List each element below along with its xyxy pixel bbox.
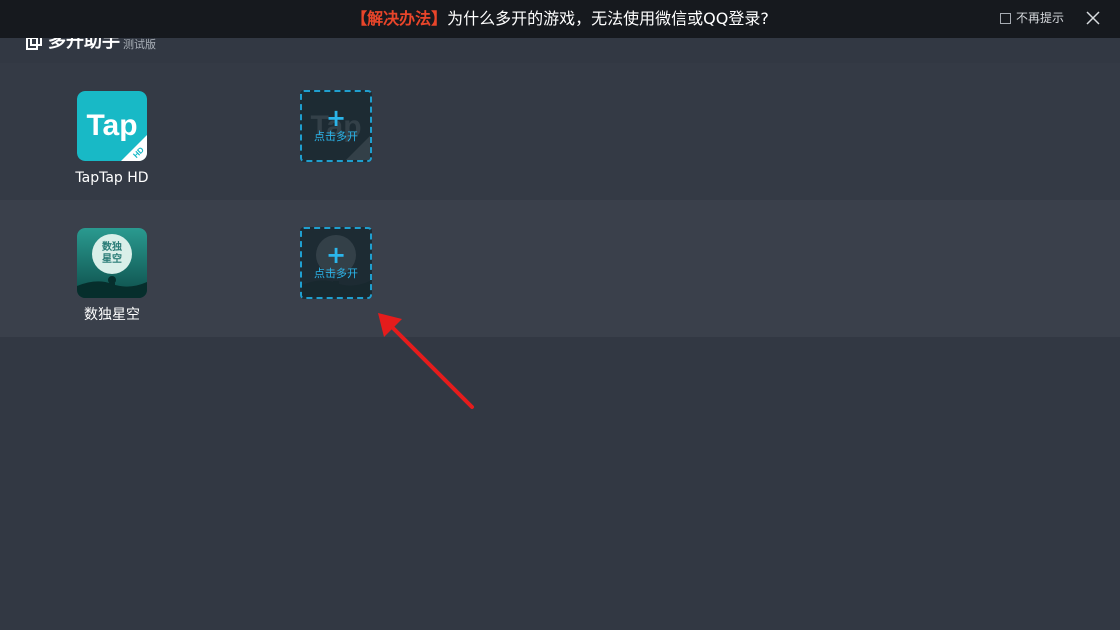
sudoku-starry-icon: 数独 星空 <box>77 228 147 298</box>
notice-solution-link[interactable]: 【解决办法】 <box>351 9 447 28</box>
clone-slot-sudoku[interactable]: + 点击多开 <box>300 227 372 299</box>
plus-icon: + <box>325 241 347 269</box>
notice-question: 为什么多开的游戏，无法使用微信或QQ登录? <box>447 9 769 28</box>
sudoku-icon-text-bottom: 星空 <box>102 252 122 265</box>
app-tile-sudoku[interactable]: 数独 星空 数独星空 <box>62 228 162 324</box>
app-tile-taptap[interactable]: Tap HD TapTap HD <box>62 91 162 187</box>
clone-button-label: 点击多开 <box>314 130 358 143</box>
sudoku-icon-text-top: 数独 <box>102 240 122 253</box>
app-name: 数独星空 <box>84 307 140 323</box>
app-edition: 测试版 <box>123 38 156 51</box>
taptap-hd-icon: Tap HD <box>77 91 147 161</box>
notice-message[interactable]: 【解决办法】为什么多开的游戏，无法使用微信或QQ登录? <box>0 9 1120 29</box>
app-row-sudoku: 数独 星空 数独星空 + 点击多开 <box>0 200 1120 337</box>
app-name: TapTap HD <box>75 170 149 186</box>
taptap-icon-text: Tap <box>86 109 137 142</box>
no-remind-option[interactable]: 不再提示 <box>1000 11 1064 25</box>
no-remind-label: 不再提示 <box>1016 11 1065 25</box>
clone-slot-taptap[interactable]: Tap + 点击多开 <box>300 90 372 162</box>
red-arrow-annotation <box>378 313 474 409</box>
clone-button-label: 点击多开 <box>314 267 358 280</box>
app-row-taptap: Tap HD TapTap HD Tap + 点击多开 <box>0 63 1120 200</box>
notice-banner: 【解决办法】为什么多开的游戏，无法使用微信或QQ登录? 不再提示 <box>0 0 1120 38</box>
close-icon[interactable] <box>1085 10 1101 26</box>
plus-icon: + <box>325 104 347 132</box>
no-remind-checkbox[interactable] <box>1000 12 1011 24</box>
